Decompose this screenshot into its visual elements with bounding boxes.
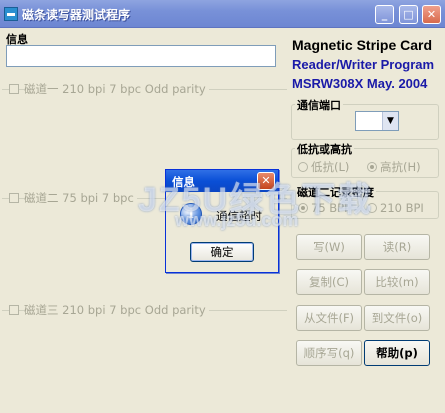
density-75-radio[interactable]: 75 BPI	[298, 201, 348, 215]
density-210-radio[interactable]: 210 BPI	[367, 201, 424, 215]
compare-button[interactable]: 比较(m)	[364, 269, 430, 295]
track-3-group: 磁道三 210 bpi 7 bpc Odd parity	[2, 302, 287, 410]
port-group: 通信端口 ▼	[291, 97, 439, 140]
product-line-3: MSRW308X May. 2004	[292, 76, 428, 91]
high-coercivity-radio[interactable]: 高抗(H)	[367, 159, 421, 175]
help-button[interactable]: 帮助(p)	[364, 340, 430, 366]
track-1-label: 磁道一 210 bpi 7 bpc Odd parity	[24, 81, 209, 97]
density-210-label: 210 BPI	[380, 201, 424, 215]
radio-dot-selected	[298, 203, 308, 213]
product-line-2: Reader/Writer Program	[292, 57, 435, 72]
track-1-checkbox[interactable]	[9, 84, 19, 94]
track-2-label: 磁道二 75 bpi 7 bpc	[24, 190, 137, 206]
density-75-label: 75 BPI	[311, 201, 348, 215]
track-3-label: 磁道三 210 bpi 7 bpc Odd parity	[24, 302, 209, 318]
window-title: 磁条读写器测试程序	[22, 8, 131, 22]
app-icon	[4, 7, 18, 21]
sequential-write-button[interactable]: 顺序写(q)	[296, 340, 362, 366]
low-coercivity-radio[interactable]: 低抗(L)	[298, 159, 349, 175]
write-button[interactable]: 写(W)	[296, 234, 362, 260]
radio-dot	[367, 203, 377, 213]
message-dialog: 信息 ✕ i 通信超时 确定	[165, 169, 279, 273]
dialog-close-icon[interactable]: ✕	[257, 172, 275, 190]
close-button[interactable]: ✕	[422, 5, 441, 24]
minimize-button[interactable]: _	[375, 5, 394, 24]
track-2-checkbox[interactable]	[9, 193, 19, 203]
density-group-label: 磁道二记录密度	[295, 184, 376, 200]
dialog-title: 信息	[172, 175, 195, 189]
product-title: Magnetic Stripe Card Reader/Writer Progr…	[292, 36, 442, 93]
info-icon: i	[180, 203, 202, 225]
info-field[interactable]	[6, 45, 276, 67]
copy-button[interactable]: 复制(C)	[296, 269, 362, 295]
to-file-button[interactable]: 到文件(o)	[364, 305, 430, 331]
title-bar: 磁条读写器测试程序 _ □ ✕	[0, 0, 445, 28]
chevron-down-icon[interactable]: ▼	[382, 112, 398, 130]
radio-dot	[298, 162, 308, 172]
radio-dot-selected	[367, 162, 377, 172]
ok-button[interactable]: 确定	[190, 242, 254, 262]
high-coercivity-label: 高抗(H)	[380, 160, 421, 174]
track-3-checkbox[interactable]	[9, 305, 19, 315]
dialog-message: 通信超时	[216, 209, 262, 223]
maximize-button[interactable]: □	[399, 5, 418, 24]
coercivity-group: 低抗或高抗 低抗(L) 高抗(H)	[291, 141, 439, 178]
from-file-button[interactable]: 从文件(F)	[296, 305, 362, 331]
coercivity-group-label: 低抗或高抗	[295, 141, 354, 157]
density-group: 磁道二记录密度 75 BPI 210 BPI	[291, 184, 439, 219]
product-line-1: Magnetic Stripe Card	[292, 37, 433, 53]
port-select[interactable]: ▼	[355, 111, 399, 131]
low-coercivity-label: 低抗(L)	[311, 160, 350, 174]
read-button[interactable]: 读(R)	[364, 234, 430, 260]
port-group-label: 通信端口	[295, 97, 343, 113]
